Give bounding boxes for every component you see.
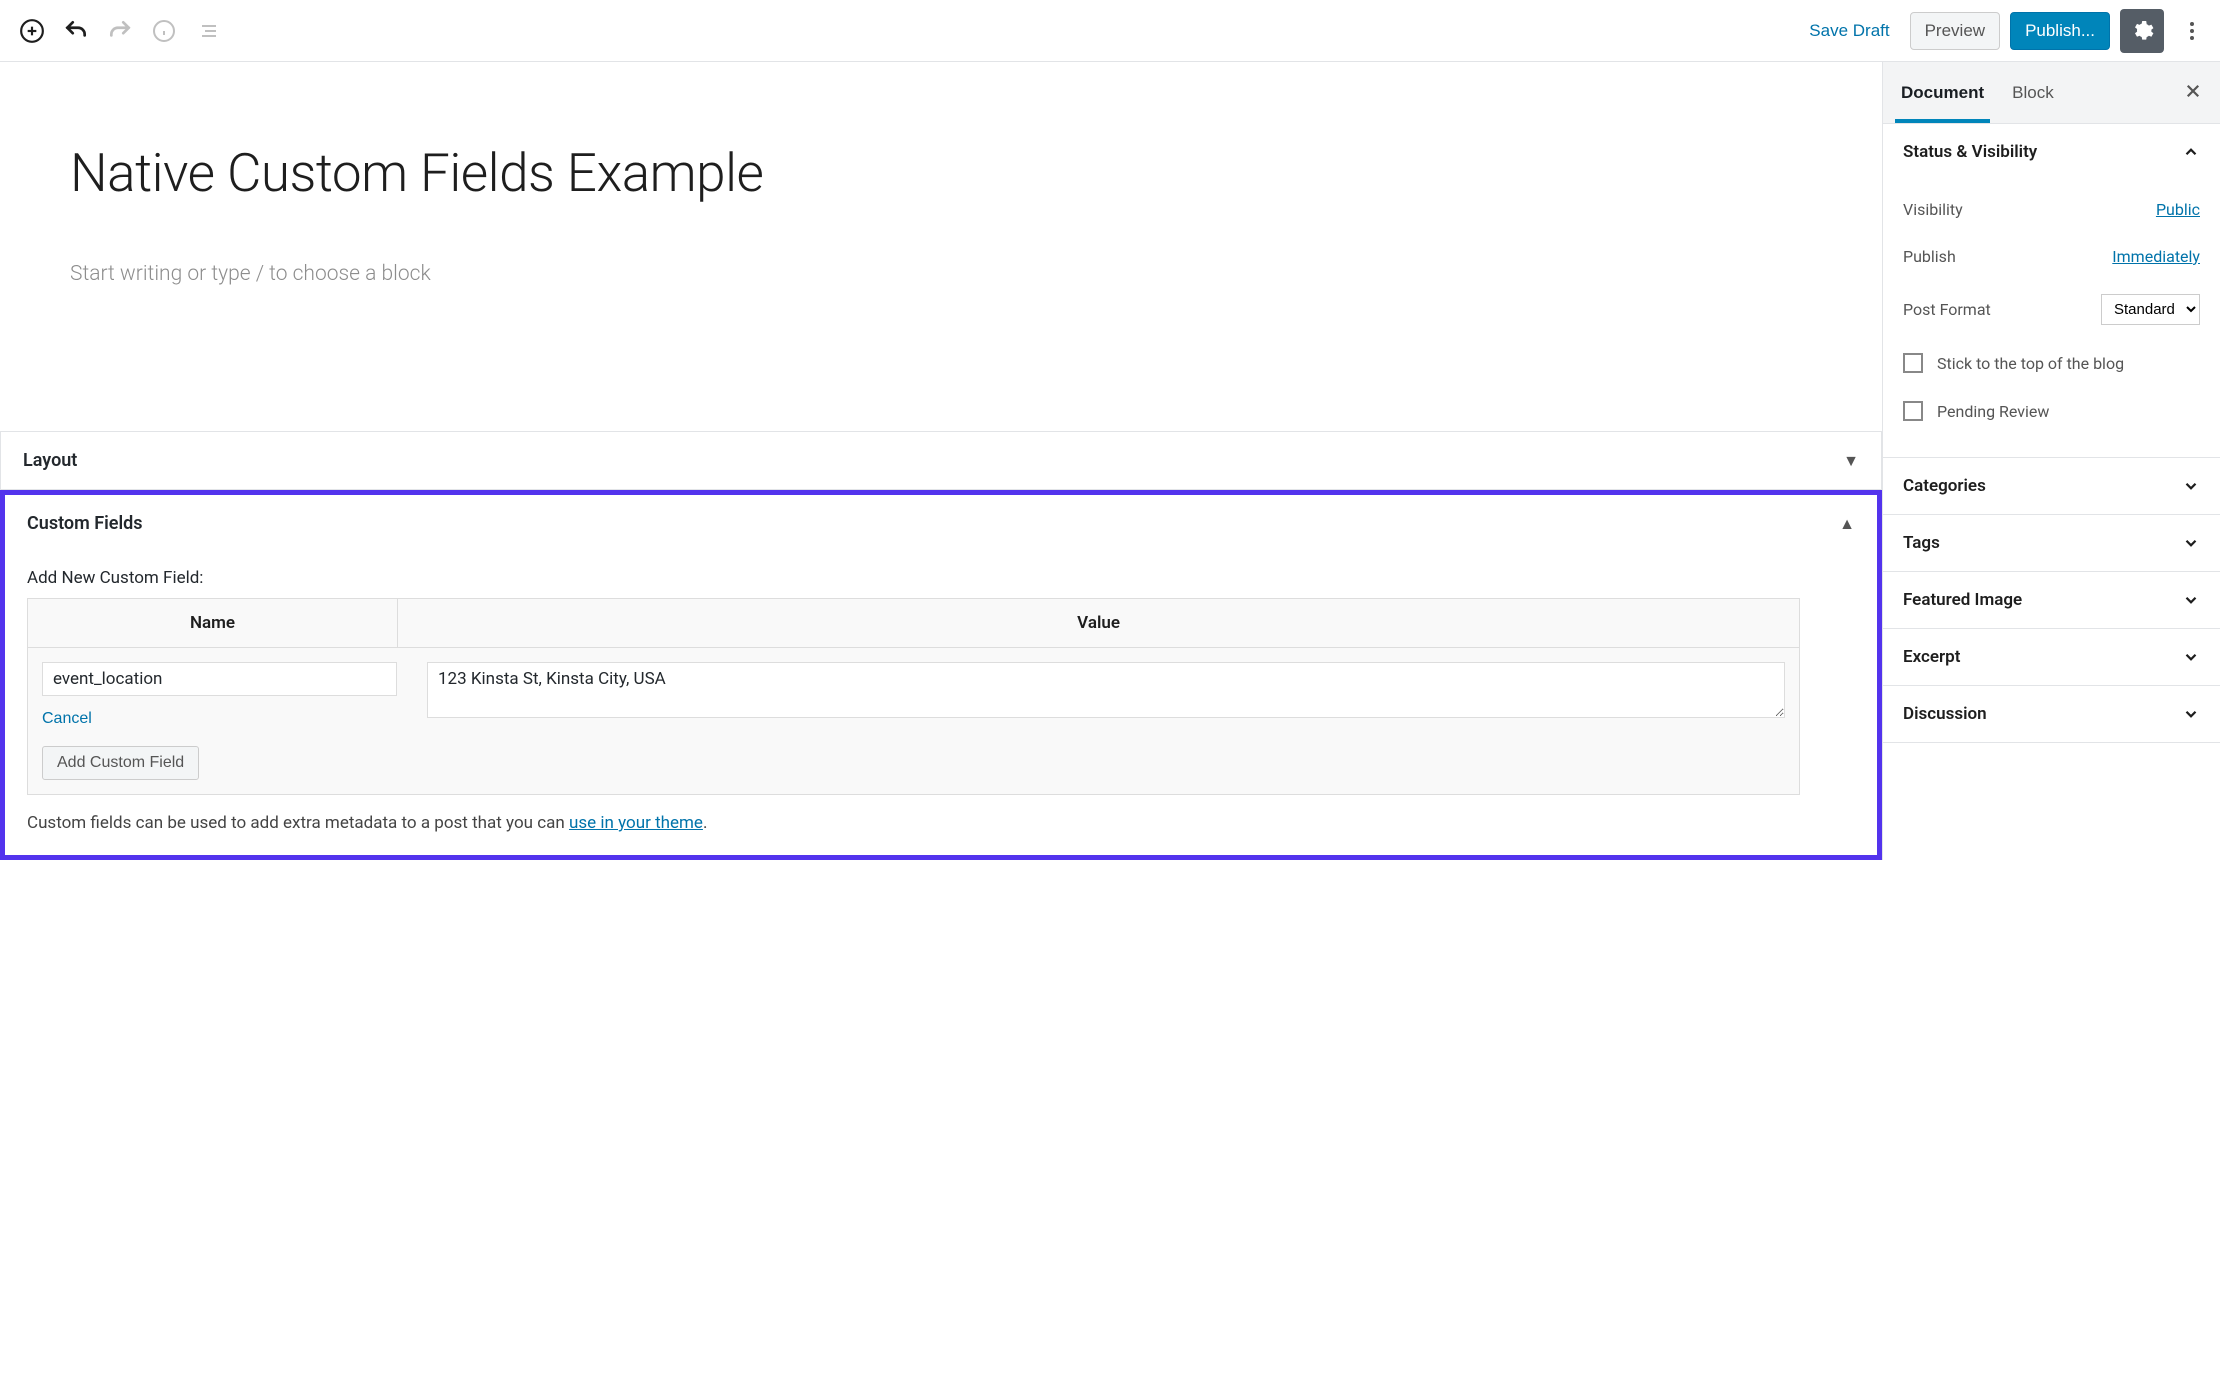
cf-hint: Custom fields can be used to add extra m… (27, 813, 1855, 833)
chevron-down-icon (2182, 534, 2200, 552)
pending-checkbox[interactable] (1903, 401, 1923, 421)
pending-row[interactable]: Pending Review (1903, 387, 2200, 435)
preview-button[interactable]: Preview (1910, 12, 2000, 50)
post-title[interactable]: Native Custom Fields Example (70, 142, 980, 204)
tags-title: Tags (1903, 533, 1940, 553)
cf-table-head: Name Value (28, 599, 1799, 648)
visibility-label: Visibility (1903, 200, 1963, 219)
post-format-row: Post Format Standard (1903, 280, 2200, 339)
excerpt-header[interactable]: Excerpt (1883, 629, 2220, 685)
cf-hint-prefix: Custom fields can be used to add extra m… (27, 813, 569, 833)
list-icon (196, 19, 220, 43)
layout-metabox: Layout ▼ (0, 432, 1882, 490)
panel-status-visibility: Status & Visibility Visibility Public Pu… (1883, 124, 2220, 458)
undo-icon (63, 18, 89, 44)
cf-name-cell: Cancel (42, 662, 397, 732)
triangle-up-icon: ▲ (1839, 514, 1855, 534)
post-format-label: Post Format (1903, 300, 1991, 319)
info-icon (152, 19, 176, 43)
stick-row[interactable]: Stick to the top of the blog (1903, 339, 2200, 387)
custom-fields-header[interactable]: Custom Fields ▲ (5, 495, 1877, 552)
save-draft-button[interactable]: Save Draft (1799, 13, 1899, 49)
custom-fields-body: Add New Custom Field: Name Value Cancel (5, 568, 1877, 855)
tags-header[interactable]: Tags (1883, 515, 2220, 571)
chevron-down-icon (2182, 477, 2200, 495)
triangle-down-icon: ▼ (1843, 451, 1859, 471)
categories-header[interactable]: Categories (1883, 458, 2220, 514)
sidebar: Document Block Status & Visibility Visib… (1882, 62, 2220, 860)
add-block-button[interactable] (10, 9, 54, 53)
close-sidebar-button[interactable] (2184, 80, 2202, 106)
visibility-value[interactable]: Public (2156, 200, 2200, 219)
stick-label: Stick to the top of the blog (1937, 354, 2124, 373)
excerpt-title: Excerpt (1903, 647, 1960, 667)
toolbar-right: Save Draft Preview Publish... (1799, 9, 2210, 53)
tab-block[interactable]: Block (2012, 64, 2054, 122)
chevron-down-icon (2182, 591, 2200, 609)
cf-cancel-button[interactable]: Cancel (42, 706, 397, 732)
publish-row: Publish Immediately (1903, 233, 2200, 280)
main-wrap: Native Custom Fields Example Start writi… (0, 62, 2220, 860)
add-new-cf-label: Add New Custom Field: (27, 568, 1855, 588)
sidebar-tabs: Document Block (1883, 62, 2220, 124)
panel-featured-image: Featured Image (1883, 572, 2220, 629)
discussion-header[interactable]: Discussion (1883, 686, 2220, 742)
panel-status-header[interactable]: Status & Visibility (1883, 124, 2220, 180)
cf-name-header: Name (28, 599, 398, 647)
discussion-title: Discussion (1903, 704, 1987, 724)
cf-value-header: Value (398, 599, 1799, 647)
cf-value-cell (427, 662, 1785, 732)
panel-categories: Categories (1883, 458, 2220, 515)
chevron-up-icon (2182, 143, 2200, 161)
panel-tags: Tags (1883, 515, 2220, 572)
settings-button[interactable] (2120, 9, 2164, 53)
editor-toolbar: Save Draft Preview Publish... (0, 0, 2220, 62)
gear-icon (2130, 19, 2154, 43)
cf-hint-suffix: . (703, 813, 707, 833)
tab-document[interactable]: Document (1901, 64, 1984, 122)
panel-discussion: Discussion (1883, 686, 2220, 743)
cf-hint-link[interactable]: use in your theme (569, 813, 703, 833)
info-button[interactable] (142, 9, 186, 53)
plus-circle-icon (19, 18, 45, 44)
custom-fields-metabox: Custom Fields ▲ Add New Custom Field: Na… (0, 490, 1882, 860)
layout-title: Layout (23, 450, 77, 471)
outline-button[interactable] (186, 9, 230, 53)
cf-name-input[interactable] (42, 662, 397, 696)
redo-icon (107, 18, 133, 44)
cf-row: Cancel (28, 648, 1799, 746)
featured-image-title: Featured Image (1903, 590, 2022, 610)
chevron-down-icon (2182, 648, 2200, 666)
undo-button[interactable] (54, 9, 98, 53)
cf-value-textarea[interactable] (427, 662, 1785, 718)
panel-excerpt: Excerpt (1883, 629, 2220, 686)
editor-area: Native Custom Fields Example Start writi… (0, 62, 1882, 860)
publish-button[interactable]: Publish... (2010, 12, 2110, 50)
toolbar-left (10, 9, 230, 53)
editor-content: Native Custom Fields Example Start writi… (0, 62, 1050, 326)
more-menu-button[interactable] (2174, 9, 2210, 53)
custom-fields-title: Custom Fields (27, 513, 143, 534)
status-title: Status & Visibility (1903, 142, 2037, 162)
block-placeholder[interactable]: Start writing or type / to choose a bloc… (70, 262, 980, 286)
redo-button[interactable] (98, 9, 142, 53)
kebab-icon (2189, 19, 2195, 43)
add-custom-field-button[interactable]: Add Custom Field (42, 746, 199, 780)
publish-label: Publish (1903, 247, 1956, 266)
metaboxes: Layout ▼ Custom Fields ▲ Add New Custom … (0, 431, 1882, 860)
cf-table: Name Value Cancel Add Cus (27, 598, 1800, 795)
visibility-row: Visibility Public (1903, 186, 2200, 233)
chevron-down-icon (2182, 705, 2200, 723)
pending-label: Pending Review (1937, 402, 2049, 421)
status-body: Visibility Public Publish Immediately Po… (1883, 180, 2220, 457)
categories-title: Categories (1903, 476, 1986, 496)
stick-checkbox[interactable] (1903, 353, 1923, 373)
publish-value[interactable]: Immediately (2112, 247, 2200, 266)
featured-image-header[interactable]: Featured Image (1883, 572, 2220, 628)
close-icon (2184, 82, 2202, 100)
layout-metabox-header[interactable]: Layout ▼ (1, 432, 1881, 489)
post-format-select[interactable]: Standard (2101, 294, 2200, 325)
